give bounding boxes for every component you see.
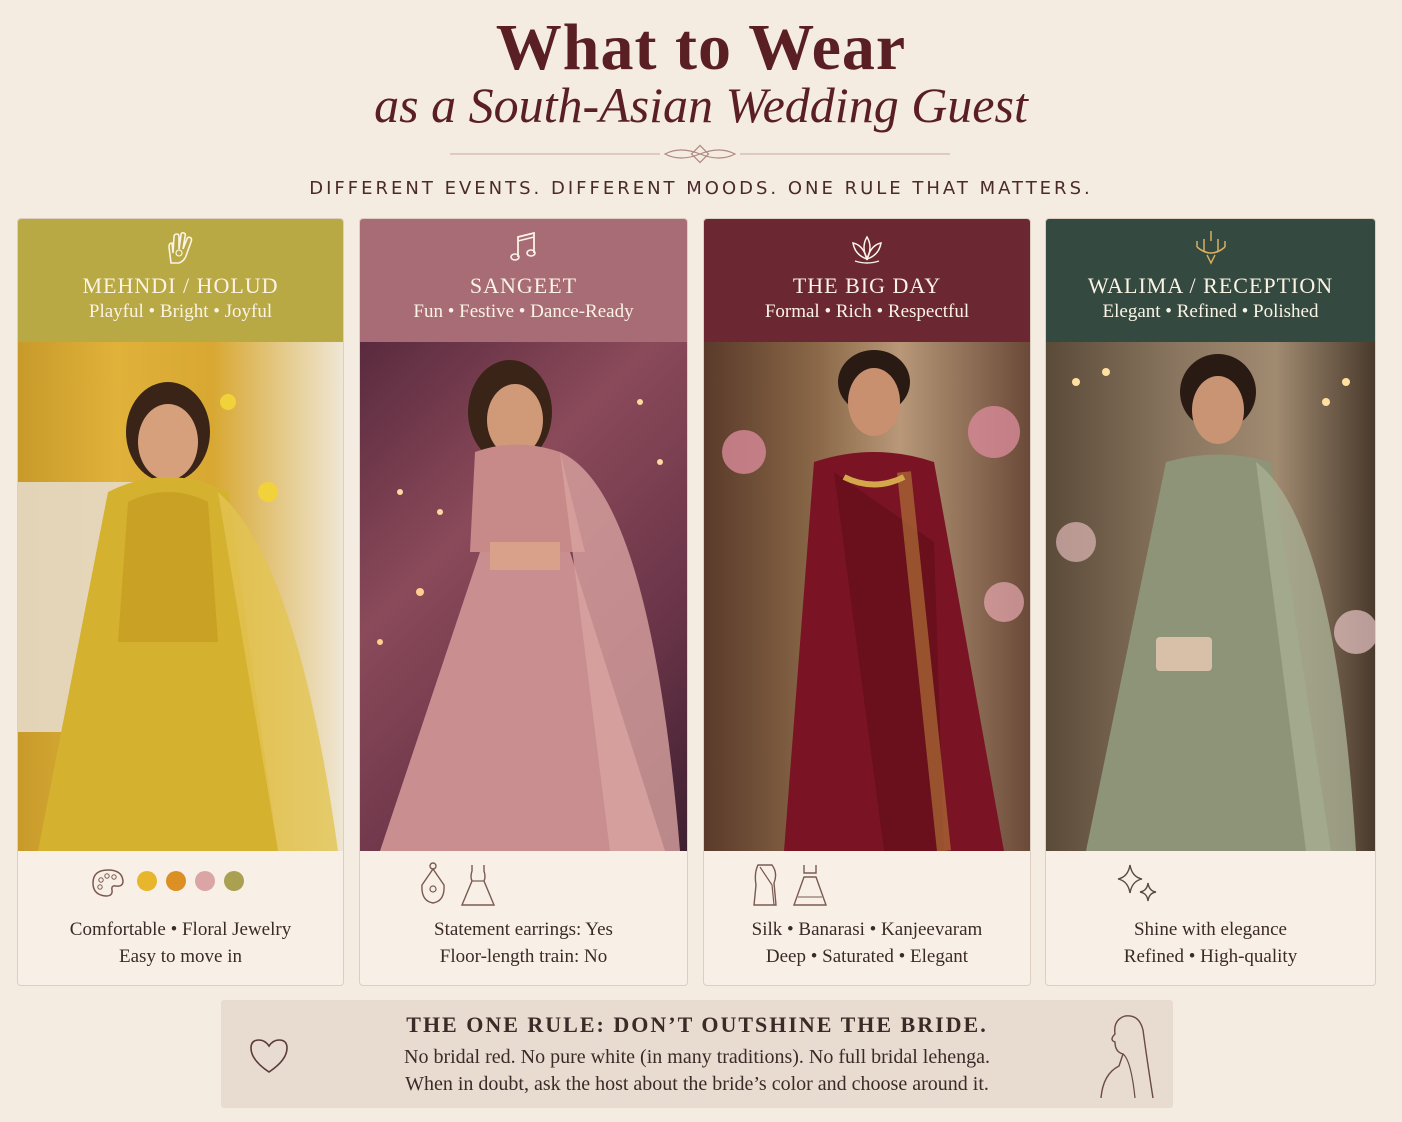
tagline: DIFFERENT EVENTS. DIFFERENT MOODS. ONE R… bbox=[309, 178, 1093, 199]
mehndi-outfit-photo bbox=[18, 342, 343, 851]
dress-icon bbox=[460, 865, 496, 906]
card-moods: Fun • Festive • Dance-Ready bbox=[413, 301, 634, 322]
walima-outfit-photo bbox=[1046, 342, 1375, 851]
saree-icon bbox=[753, 864, 777, 906]
page-title: What to Wear bbox=[495, 11, 907, 84]
card-footer: Comfortable • Floral Jewelry Easy to mov… bbox=[18, 851, 343, 985]
big-day-outfit-photo bbox=[704, 342, 1030, 851]
color-swatch bbox=[224, 871, 244, 891]
card-title: THE BIG DAY bbox=[792, 273, 942, 298]
card-footer: Statement earrings: Yes Floor-length tra… bbox=[360, 851, 687, 985]
card-title: WALIMA / RECEPTION bbox=[1087, 273, 1334, 298]
rule-line2: When in doubt, ask the host about the br… bbox=[405, 1073, 989, 1095]
card-moods: Formal • Rich • Respectful bbox=[764, 301, 970, 322]
card-mehndi: MEHNDI / HOLUD Playful • Bright • Joyful… bbox=[17, 218, 344, 986]
rule-title: THE ONE RULE: DON’T OUTSHINE THE BRIDE. bbox=[406, 1012, 988, 1037]
card-header: MEHNDI / HOLUD Playful • Bright • Joyful bbox=[18, 219, 343, 342]
card-tip-line1: Statement earrings: Yes bbox=[434, 919, 613, 940]
sparkle-icon bbox=[1117, 864, 1157, 902]
rule-line1: No bridal red. No pure white (in many tr… bbox=[404, 1046, 990, 1068]
card-big-day: THE BIG DAY Formal • Rich • Respectful S… bbox=[703, 218, 1031, 986]
card-tip-line1: Silk • Banarasi • Kanjeevaram bbox=[751, 919, 983, 940]
music-note-icon bbox=[509, 231, 536, 261]
card-header: SANGEET Fun • Festive • Dance-Ready bbox=[360, 219, 687, 342]
card-title: MEHNDI / HOLUD bbox=[82, 273, 279, 298]
color-swatch bbox=[166, 871, 186, 891]
card-header: THE BIG DAY Formal • Rich • Respectful bbox=[704, 219, 1030, 342]
card-tip-line1: Shine with elegance bbox=[1133, 919, 1287, 940]
card-sangeet: SANGEET Fun • Festive • Dance-Ready Stat… bbox=[359, 218, 688, 986]
color-swatch bbox=[137, 871, 157, 891]
card-tip-line2: Deep • Saturated • Elegant bbox=[765, 946, 969, 967]
henna-hand-icon bbox=[167, 231, 192, 264]
card-title: SANGEET bbox=[469, 273, 578, 298]
card-tip-line2: Floor-length train: No bbox=[439, 946, 608, 967]
bride-silhouette-icon bbox=[1100, 1015, 1154, 1099]
page-subtitle: as a South-Asian Wedding Guest bbox=[374, 77, 1028, 133]
lotus-icon bbox=[852, 235, 882, 264]
earring-icon bbox=[421, 862, 445, 904]
palette-icon bbox=[92, 869, 124, 897]
one-rule-banner: THE ONE RULE: DON’T OUTSHINE THE BRIDE. … bbox=[221, 1000, 1173, 1108]
card-walima: WALIMA / RECEPTION Elegant • Refined • P… bbox=[1045, 218, 1376, 986]
card-moods: Elegant • Refined • Polished bbox=[1102, 301, 1319, 322]
sangeet-outfit-photo bbox=[360, 342, 687, 851]
ornamental-divider bbox=[450, 144, 950, 164]
lehenga-icon bbox=[793, 865, 827, 906]
card-footer: Shine with elegance Refined • High-quali… bbox=[1046, 851, 1375, 985]
color-swatch bbox=[195, 871, 215, 891]
card-tip-line1: Comfortable • Floral Jewelry bbox=[69, 919, 292, 940]
card-tip-line2: Refined • High-quality bbox=[1123, 946, 1298, 967]
card-header: WALIMA / RECEPTION Elegant • Refined • P… bbox=[1046, 219, 1375, 342]
card-moods: Playful • Bright • Joyful bbox=[88, 301, 273, 322]
card-tip-line2: Easy to move in bbox=[119, 946, 242, 967]
card-footer: Silk • Banarasi • Kanjeevaram Deep • Sat… bbox=[704, 851, 1030, 985]
chandelier-icon bbox=[1195, 231, 1226, 265]
